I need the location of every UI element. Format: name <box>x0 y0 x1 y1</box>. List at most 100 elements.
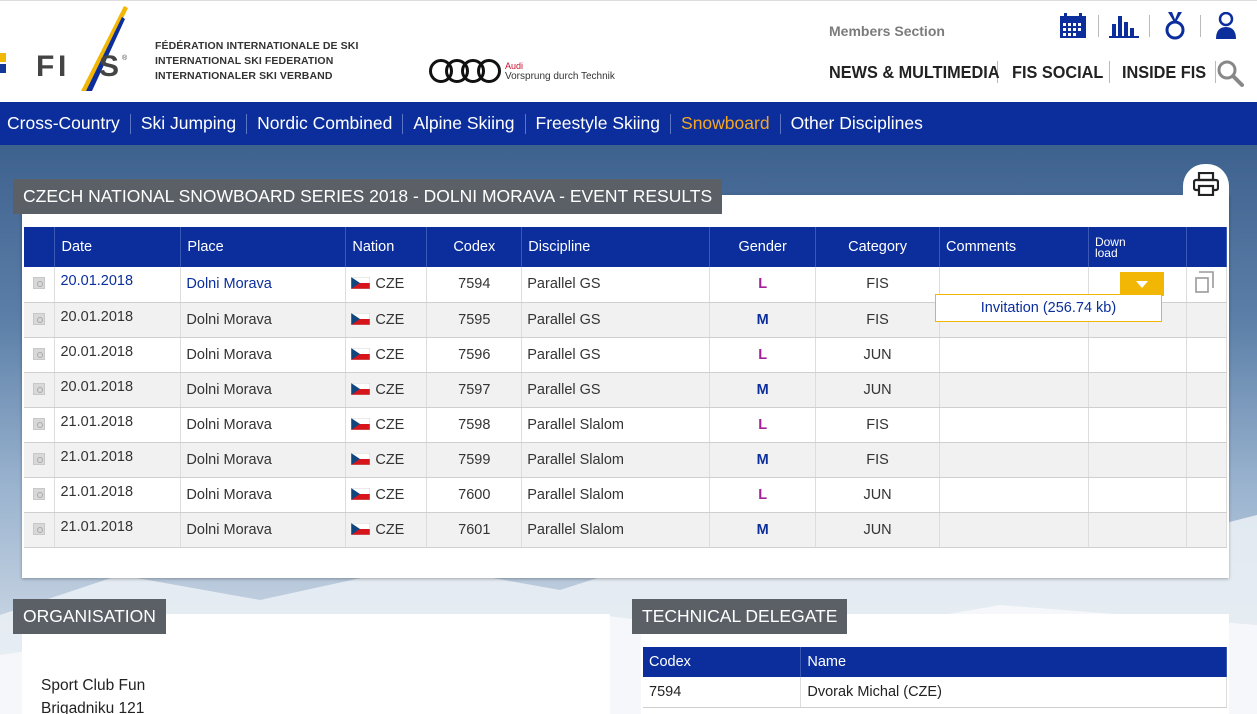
download-toggle-button[interactable] <box>1119 272 1164 297</box>
user-icon[interactable] <box>1211 11 1241 41</box>
row-codex: 7595 <box>426 302 523 338</box>
results-row[interactable]: 20.01.2018 Dolni Morava CZE 7597 Parallel GS… <box>24 372 1228 408</box>
row-date[interactable]: 21.01.2018 <box>54 477 182 513</box>
row-codex: 7600 <box>426 477 523 513</box>
discipline-nordic-combined[interactable]: Nordic Combined <box>257 113 392 134</box>
statistics-icon[interactable] <box>1109 11 1139 41</box>
nav-news-multimedia[interactable]: NEWS & MULTIMEDIA <box>829 62 1000 83</box>
row-discipline: Parallel Slalom <box>521 407 711 443</box>
row-codex: 7594 <box>426 267 523 303</box>
row-place[interactable]: Dolni Morava <box>180 302 347 338</box>
audi-brand: Audi <box>505 61 524 71</box>
row-place[interactable]: Dolni Morava <box>180 477 347 513</box>
row-codex: 7599 <box>426 442 523 478</box>
row-date[interactable]: 20.01.2018 <box>54 372 182 408</box>
col-discipline[interactable]: Discipline <box>521 227 711 267</box>
cancelled-status-icon <box>33 277 46 290</box>
row-place[interactable]: Dolni Morava <box>180 442 347 478</box>
row-gender: M <box>709 512 817 548</box>
members-section-link[interactable]: Members Section <box>829 23 945 39</box>
results-row[interactable]: 21.01.2018 Dolni Morava CZE 7599 Parallel Sl… <box>24 442 1228 478</box>
col-nation[interactable]: Nation <box>345 227 428 267</box>
results-row[interactable]: 21.01.2018 Dolni Morava CZE 7601 Parallel Sl… <box>24 512 1228 548</box>
results-row[interactable]: 21.01.2018 Dolni Morava CZE 7600 Parallel Sl… <box>24 477 1228 513</box>
print-button[interactable] <box>1183 164 1229 204</box>
row-date[interactable]: 21.01.2018 <box>54 407 182 443</box>
medal-icon[interactable] <box>1160 11 1190 41</box>
cancelled-status-icon <box>33 417 46 430</box>
czech-flag-icon <box>351 522 371 535</box>
row-discipline: Parallel Slalom <box>521 477 711 513</box>
col-category[interactable]: Category <box>815 227 941 267</box>
discipline-divider <box>779 113 781 134</box>
row-nation: CZE <box>345 302 428 338</box>
row-category: JUN <box>815 477 941 513</box>
svg-text:S: S <box>99 50 119 83</box>
nav-fis-social[interactable]: FIS SOCIAL <box>1012 62 1103 83</box>
row-nation-code: CZE <box>375 311 405 328</box>
discipline-freestyle-skiing[interactable]: Freestyle Skiing <box>536 113 661 134</box>
row-place[interactable]: Dolni Morava <box>180 407 347 443</box>
row-icon-cell <box>24 302 56 338</box>
discipline-ski-jumping[interactable]: Ski Jumping <box>141 113 236 134</box>
col-download-line2: load <box>1094 246 1118 260</box>
row-discipline: Parallel GS <box>521 337 711 373</box>
col-place[interactable]: Place <box>180 227 347 267</box>
row-extra <box>1186 372 1228 408</box>
row-comments <box>939 512 1089 548</box>
row-icon-cell <box>24 267 56 303</box>
discipline-cross-country[interactable]: Cross-Country <box>7 113 120 134</box>
td-col-name: Name <box>800 647 1227 677</box>
col-gender[interactable]: Gender <box>709 227 817 267</box>
calendar-icon[interactable] <box>1058 11 1088 41</box>
row-category: FIS <box>815 407 941 443</box>
row-place[interactable]: Dolni Morava <box>180 337 347 373</box>
row-place[interactable]: Dolni Morava <box>180 267 347 303</box>
discipline-other[interactable]: Other Disciplines <box>791 113 923 134</box>
row-nation-code: CZE <box>375 346 405 363</box>
federation-line-de: INTERNATIONALER SKI VERBAND <box>155 70 333 82</box>
row-date[interactable]: 20.01.2018 <box>54 267 182 303</box>
row-date[interactable]: 21.01.2018 <box>54 442 182 478</box>
site-header: F I S ® FÉDÉRATION INTERNATIONALE DE SKI… <box>0 0 1257 102</box>
row-date[interactable]: 20.01.2018 <box>54 302 182 338</box>
col-date[interactable]: Date <box>54 227 182 267</box>
document-icon[interactable] <box>1193 270 1219 294</box>
row-date[interactable]: 21.01.2018 <box>54 512 182 548</box>
row-place[interactable]: Dolni Morava <box>180 372 347 408</box>
fis-logo[interactable]: F I S ® <box>36 3 136 99</box>
cancelled-status-icon <box>33 347 46 360</box>
row-category: FIS <box>815 442 941 478</box>
technical-delegate-title: TECHNICAL DELEGATE <box>632 599 848 634</box>
row-download <box>1088 442 1187 478</box>
organisation-name: Sport Club Fun <box>41 677 146 694</box>
row-icon-cell <box>24 477 56 513</box>
discipline-snowboard[interactable]: Snowboard <box>681 113 770 134</box>
czech-flag-icon <box>351 487 371 500</box>
row-date[interactable]: 20.01.2018 <box>54 337 182 373</box>
results-row[interactable]: 21.01.2018 Dolni Morava CZE 7598 Parallel Sl… <box>24 407 1228 443</box>
svg-text:®: ® <box>122 54 128 62</box>
search-icon[interactable] <box>1216 59 1244 87</box>
row-discipline: Parallel Slalom <box>521 512 711 548</box>
row-nation-code: CZE <box>375 451 405 468</box>
nav-inside-fis[interactable]: INSIDE FIS <box>1122 62 1208 83</box>
cancelled-status-icon <box>33 487 46 500</box>
row-comments <box>939 407 1089 443</box>
czech-flag-icon <box>351 417 371 430</box>
row-comments <box>939 337 1089 373</box>
row-gender: L <box>709 477 817 513</box>
row-nation: CZE <box>345 372 428 408</box>
discipline-alpine-skiing[interactable]: Alpine Skiing <box>413 113 514 134</box>
row-download <box>1088 372 1187 408</box>
download-dropdown-invitation[interactable]: Invitation (256.74 kb) <box>935 294 1162 322</box>
row-place[interactable]: Dolni Morava <box>180 512 347 548</box>
czech-flag-icon <box>351 277 371 290</box>
col-codex[interactable]: Codex <box>426 227 523 267</box>
row-comments <box>939 442 1089 478</box>
row-category: FIS <box>815 302 941 338</box>
results-header-row: Date Place Nation Codex Discipline Gende… <box>24 227 1228 267</box>
svg-text:F: F <box>36 50 54 83</box>
federation-line-fr: FÉDÉRATION INTERNATIONALE DE SKI <box>155 40 359 52</box>
results-row[interactable]: 20.01.2018 Dolni Morava CZE 7596 Parallel GS… <box>24 337 1228 373</box>
